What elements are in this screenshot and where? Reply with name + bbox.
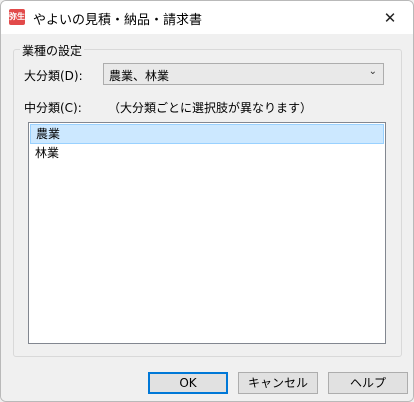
- dialog-content: 業種の設定 大分類(D): 農業、林業 ⌄ 中分類(C): （大分類ごとに選択肢…: [1, 34, 413, 364]
- close-button[interactable]: ✕: [367, 1, 413, 34]
- list-item[interactable]: 林業: [30, 144, 384, 164]
- close-icon: ✕: [383, 8, 397, 27]
- major-category-label: 大分類(D):: [24, 69, 83, 83]
- cancel-button[interactable]: キャンセル: [238, 372, 318, 394]
- major-category-select[interactable]: 農業、林業 ⌄: [103, 63, 384, 85]
- help-button[interactable]: ヘルプ: [328, 372, 408, 394]
- chevron-down-icon: ⌄: [368, 66, 377, 77]
- minor-category-listbox[interactable]: 農業 林業: [28, 122, 386, 344]
- list-item[interactable]: 農業: [30, 124, 384, 144]
- button-bar: OK キャンセル ヘルプ: [1, 364, 413, 401]
- ok-button[interactable]: OK: [148, 372, 228, 394]
- window-title: やよいの見積・納品・請求書: [33, 13, 203, 28]
- major-category-value: 農業、林業: [109, 69, 170, 83]
- minor-category-label: 中分類(C):: [24, 101, 82, 115]
- title-bar: 弥生 やよいの見積・納品・請求書 ✕: [1, 1, 413, 34]
- app-icon: 弥生: [9, 9, 25, 25]
- minor-category-note: （大分類ごとに選択肢が異なります）: [108, 101, 313, 115]
- dialog-window: 弥生 やよいの見積・納品・請求書 ✕ 業種の設定 大分類(D): 農業、林業 ⌄…: [0, 0, 414, 402]
- group-legend: 業種の設定: [20, 42, 85, 59]
